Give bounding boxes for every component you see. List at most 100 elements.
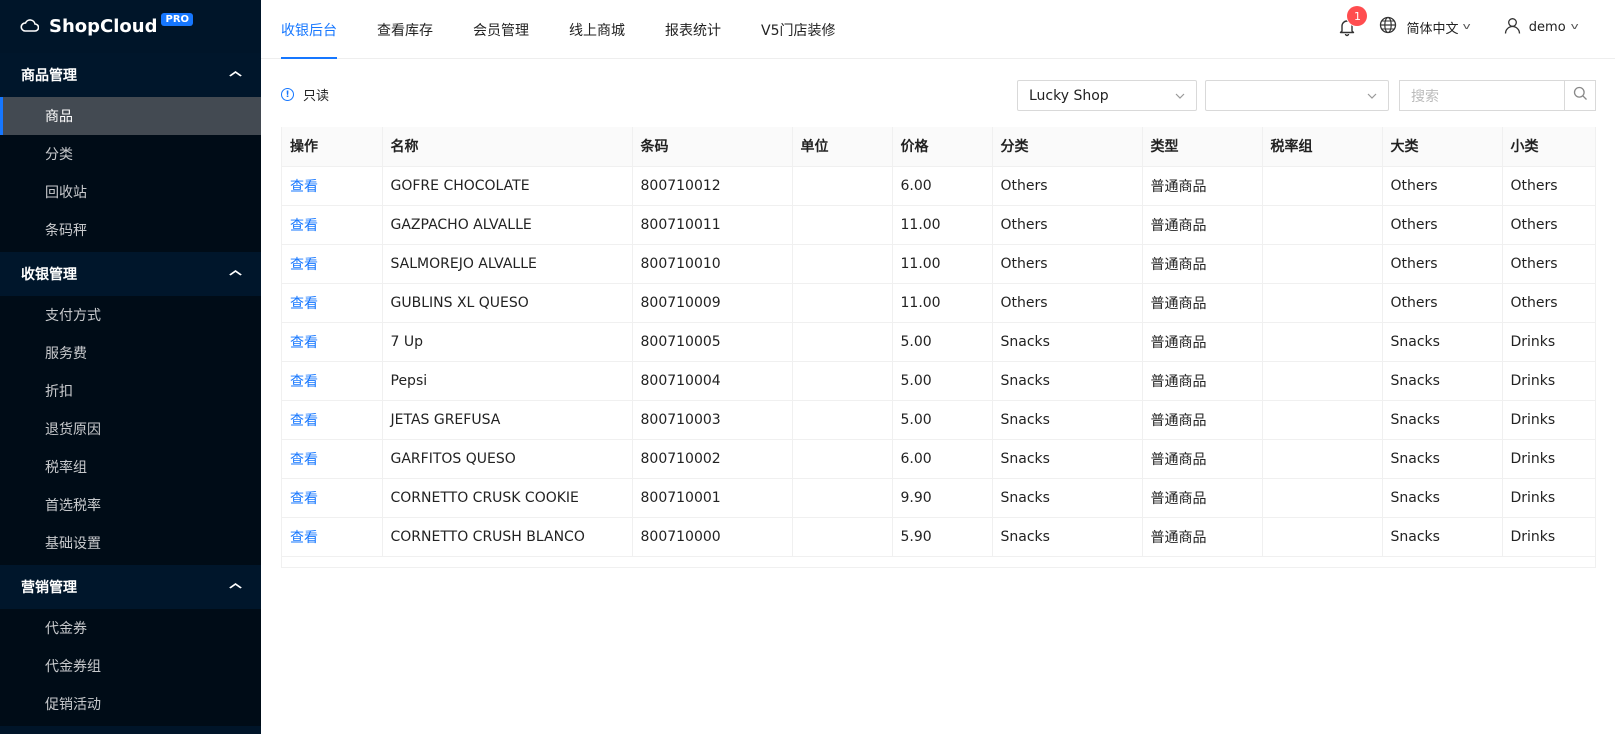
search-icon [1573,86,1588,105]
column-header[interactable]: 条码 [632,127,793,167]
table-cell: 800710010 [632,244,793,284]
table-cell: Drinks [1502,400,1595,440]
sidebar-item[interactable]: 代金券组 [0,647,261,685]
column-header[interactable]: 操作 [282,127,383,167]
sidebar-item[interactable]: 代金券 [0,609,261,647]
sidebar-item[interactable]: 商品 [0,97,261,135]
column-header[interactable]: 分类 [992,127,1143,167]
column-header[interactable]: 价格 [892,127,993,167]
table-cell: CORNETTO CRUSK COOKIE [382,478,633,518]
search-button[interactable] [1564,80,1596,111]
sidebar-group-title[interactable]: 营销管理 [0,565,261,609]
table-cell: 普通商品 [1142,400,1263,440]
view-link[interactable]: 查看 [282,478,383,518]
sidebar-group-label: 收银管理 [21,267,77,283]
search-input[interactable]: 搜索 [1399,80,1564,111]
table-cell: 5.00 [892,400,993,440]
logo[interactable]: ShopCloud PRO [0,0,261,53]
table-cell: Drinks [1502,517,1595,557]
language-selector[interactable]: 简体中文 v [1379,16,1472,38]
sidebar-group-title[interactable]: 商品管理 [0,53,261,97]
table-cell: 普通商品 [1142,478,1263,518]
table-cell: Snacks [992,361,1143,401]
product-table: 操作 名称 条码 单位 价格 分类 类型 税率组 大类 小类 查看 GOFRE CHOCOLATE 8… [281,127,1596,568]
column-header[interactable]: 小类 [1502,127,1595,167]
view-link[interactable]: 查看 [282,166,383,206]
view-link[interactable]: 查看 [282,361,383,401]
view-link[interactable]: 查看 [282,283,383,323]
column-header[interactable]: 单位 [792,127,893,167]
table-cell: Snacks [1382,439,1503,479]
chevron-down-icon [1174,90,1186,106]
table-row: 查看 GARFITOS QUESO 800710002 6.00 Snacks 普通商品 S… [282,439,1595,479]
sidebar-item[interactable]: 服务费 [0,334,261,372]
table-cell [1262,244,1383,284]
table-cell: Snacks [1382,361,1503,401]
chevron-down-icon: v [1463,22,1472,32]
table-cell: 9.90 [892,478,993,518]
sidebar-item[interactable]: 支付方式 [0,296,261,334]
sidebar-item[interactable]: 回收站 [0,173,261,211]
table-cell: 800710012 [632,166,793,206]
view-link[interactable]: 查看 [282,205,383,245]
info-icon: ! [281,88,294,101]
top-tabs: 收银后台 查看库存 会员管理 线上商城 报表统计 V5门店装修 [281,0,875,59]
table-cell: Snacks [992,517,1143,557]
table-cell: 11.00 [892,283,993,323]
secondary-select[interactable] [1205,80,1389,111]
top-tab[interactable]: 会员管理 [473,0,529,59]
table-cell [1262,166,1383,206]
user-menu[interactable]: demo v [1504,17,1578,38]
notification-button[interactable]: 1 [1337,6,1368,37]
user-icon [1504,17,1529,38]
view-link[interactable]: 查看 [282,517,383,557]
sidebar-item[interactable]: 促销活动 [0,685,261,723]
table-row: 查看 7 Up 800710005 5.00 Snacks 普通商品 Snacks Drink… [282,322,1595,362]
table-cell [792,517,893,557]
table-cell [792,244,893,284]
globe-icon [1379,16,1406,38]
sidebar-group-title[interactable]: 收银管理 [0,252,261,296]
chevron-up-icon [228,70,243,81]
sidebar-item[interactable]: 分类 [0,135,261,173]
view-link[interactable]: 查看 [282,439,383,479]
sidebar-group-items: 支付方式 服务费 折扣 退货原因 税率组 首选税率 基础设置 [0,296,261,565]
top-tab[interactable]: 收银后台 [281,0,337,59]
view-link[interactable]: 查看 [282,400,383,440]
top-tab[interactable]: V5门店装修 [761,0,835,59]
table-cell: 5.90 [892,517,993,557]
column-header[interactable]: 税率组 [1262,127,1383,167]
sidebar-item[interactable]: 基础设置 [0,524,261,562]
table-cell: 800710005 [632,322,793,362]
sidebar-item[interactable]: 税率组 [0,448,261,486]
sidebar-item[interactable]: 退货原因 [0,410,261,448]
table-row: 查看 JETAS GREFUSA 800710003 5.00 Snacks 普通商品 Sn… [282,400,1595,440]
column-header[interactable]: 名称 [382,127,633,167]
table-cell: CORNETTO CRUSH BLANCO [382,517,633,557]
table-cell: Others [1502,244,1595,284]
table-cell: 800710009 [632,283,793,323]
column-header[interactable]: 类型 [1142,127,1263,167]
top-tab[interactable]: 线上商城 [569,0,625,59]
table-cell: 800710000 [632,517,793,557]
view-link[interactable]: 查看 [282,244,383,284]
table-cell: Others [992,205,1143,245]
table-cell: SALMOREJO ALVALLE [382,244,633,284]
top-tab[interactable]: 查看库存 [377,0,433,59]
sidebar-item[interactable]: 条码秤 [0,211,261,249]
table-cell: 11.00 [892,205,993,245]
top-tab[interactable]: 报表统计 [665,0,721,59]
shop-select[interactable]: Lucky Shop [1017,80,1197,111]
chevron-down-icon [1366,90,1378,106]
view-link[interactable]: 查看 [282,322,383,362]
table-cell: Snacks [1382,322,1503,362]
table-cell [792,400,893,440]
top-bar: 收银后台 查看库存 会员管理 线上商城 报表统计 V5门店装修 1 简体中文 v demo… [261,0,1615,59]
readonly-label: 只读 [303,89,330,104]
column-header[interactable]: 大类 [1382,127,1503,167]
table-cell: 普通商品 [1142,283,1263,323]
sidebar-item[interactable]: 首选税率 [0,486,261,524]
table-cell: Others [1502,166,1595,206]
sidebar-item[interactable]: 折扣 [0,372,261,410]
table-cell: Others [992,283,1143,323]
